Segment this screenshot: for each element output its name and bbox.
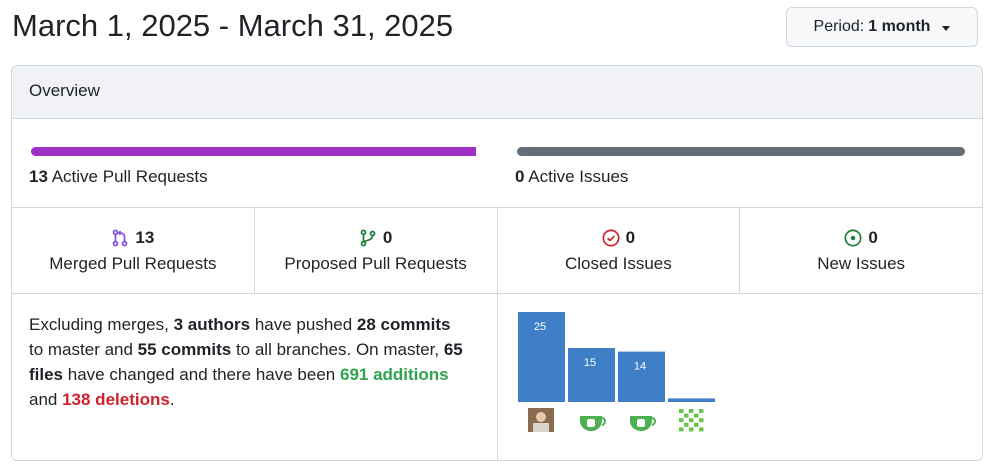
summary-text: have pushed <box>250 315 357 334</box>
teapot-avatar[interactable] <box>630 416 656 431</box>
stat-proposed-prs[interactable]: 0 Proposed Pull Requests <box>255 208 498 293</box>
git-merge-icon <box>113 229 128 247</box>
stat-count: 13 <box>135 228 155 247</box>
contributor-bar[interactable] <box>668 398 715 402</box>
active-prs-bar[interactable] <box>31 147 476 156</box>
active-prs-link[interactable]: 13 Active Pull Requests <box>29 167 208 187</box>
issue-opened-icon <box>844 229 862 247</box>
summary-text: to master and <box>29 340 138 359</box>
active-prs-label: Active Pull Requests <box>51 167 208 186</box>
period-dropdown-button[interactable]: Period: 1 month <box>786 7 978 47</box>
active-issues-count: 0 <box>515 167 525 186</box>
commit-summary: Excluding merges, 3 authors have pushed … <box>29 312 469 412</box>
photo-avatar[interactable] <box>528 408 554 432</box>
stat-merged-prs[interactable]: 13 Merged Pull Requests <box>12 208 255 293</box>
stat-closed-issues[interactable]: 0 Closed Issues <box>498 208 741 293</box>
overview-panel: Overview 13 Active Pull Requests 0 Activ… <box>11 65 983 461</box>
period-value: 1 month <box>868 18 931 35</box>
section-divider <box>497 294 498 460</box>
stat-new-issues[interactable]: 0 New Issues <box>740 208 982 293</box>
teapot-avatar[interactable] <box>580 416 606 431</box>
commits-all: 55 commits <box>137 340 232 359</box>
bar-value-label: 15 <box>584 357 596 369</box>
authors-count: 3 authors <box>173 315 251 334</box>
deletions-count: 138 deletions <box>62 390 170 409</box>
stat-label: New Issues <box>817 254 906 273</box>
summary-text: Excluding merges, <box>29 315 174 334</box>
panel-title: Overview <box>29 81 100 100</box>
stat-label: Proposed Pull Requests <box>284 254 467 273</box>
page-title: March 1, 2025 - March 31, 2025 <box>12 8 454 43</box>
stats-row: 13 Merged Pull Requests 0 Proposed Pull … <box>12 207 982 294</box>
git-branch-icon <box>360 229 376 247</box>
issue-closed-icon <box>602 229 620 247</box>
summary-text: to all branches. On master, <box>231 340 444 359</box>
summary-text: . <box>169 390 175 409</box>
commits-master: 28 commits <box>356 315 451 334</box>
summary-text: and <box>29 390 63 409</box>
period-prefix: Period: <box>813 18 865 35</box>
contributor-bar[interactable] <box>618 351 665 402</box>
additions-count: 691 additions <box>339 365 449 384</box>
active-issues-label: Active Issues <box>528 167 629 186</box>
summary-text: have changed and there have been <box>63 365 340 384</box>
contributors-chart: 25 15 14 <box>518 312 715 432</box>
identicon-avatar[interactable] <box>678 408 704 432</box>
panel-header: Overview <box>12 66 982 119</box>
stat-label: Merged Pull Requests <box>49 254 217 273</box>
active-prs-count: 13 <box>29 167 48 186</box>
stat-count: 0 <box>868 228 878 247</box>
active-issues-link[interactable]: 0 Active Issues <box>515 167 628 187</box>
caret-down-icon <box>942 25 951 31</box>
stat-count: 0 <box>625 228 636 247</box>
active-issues-bar[interactable] <box>517 147 965 156</box>
stat-label: Closed Issues <box>564 254 672 273</box>
bar-value-label: 14 <box>634 361 646 373</box>
bar-value-label: 25 <box>534 321 546 333</box>
stat-count: 0 <box>382 228 393 247</box>
